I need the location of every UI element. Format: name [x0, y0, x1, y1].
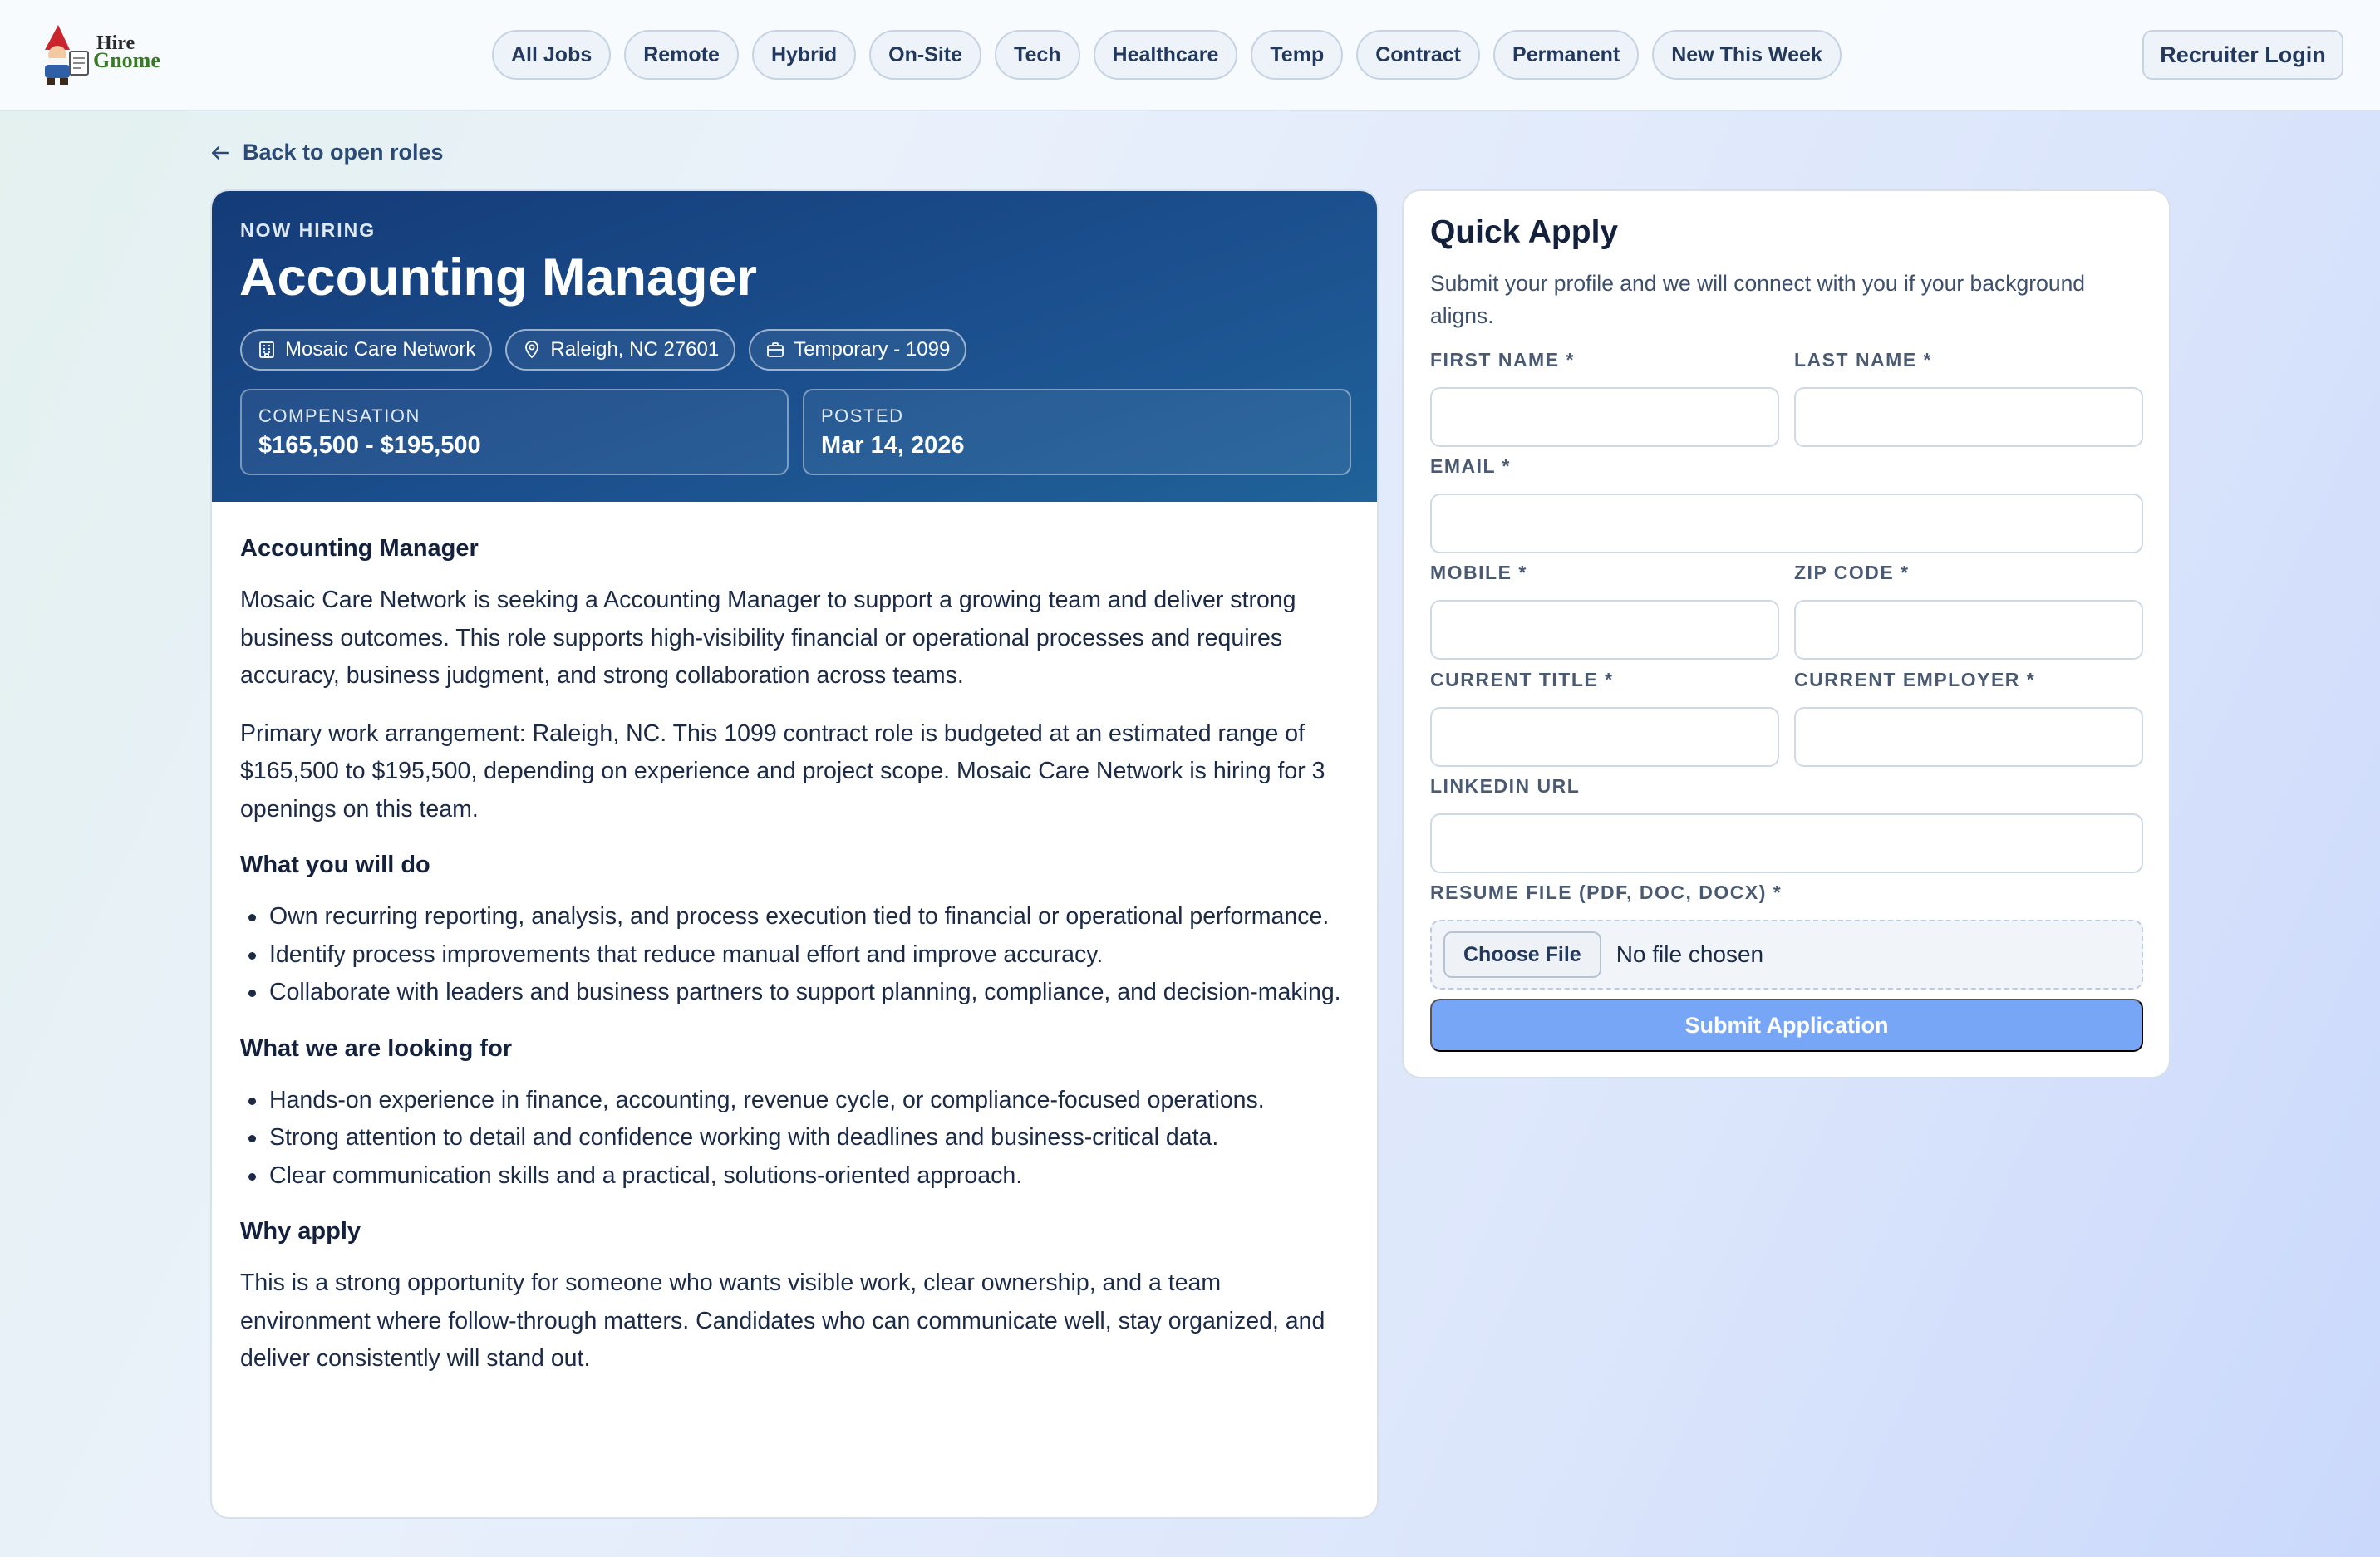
- now-hiring-eyebrow: NOW HIRING: [240, 219, 376, 241]
- current-title-label: CURRENT TITLE *: [1430, 669, 1614, 690]
- last-name-label: LAST NAME *: [1794, 349, 1932, 371]
- job-hero-banner: NOW HIRING Accounting Manager Mosaic Car…: [212, 191, 1377, 502]
- zip-code-input[interactable]: [1794, 600, 2143, 660]
- list-item: Clear communication skills and a practic…: [240, 1157, 1354, 1196]
- job-title: Accounting Manager: [239, 248, 758, 307]
- quick-apply-title: Quick Apply: [1430, 214, 1619, 250]
- linkedin-url-input[interactable]: [1430, 813, 2143, 873]
- current-title-field-group: CURRENT TITLE *: [1430, 669, 1779, 767]
- zip-code-field-group: ZIP CODE *: [1794, 562, 2143, 660]
- email-label: EMAIL *: [1430, 455, 1511, 477]
- list-item: Hands-on experience in finance, accounti…: [240, 1082, 1354, 1120]
- filter-contract[interactable]: Contract: [1356, 30, 1481, 80]
- briefcase-icon: [767, 342, 784, 357]
- resume-file-input[interactable]: Choose File No file chosen: [1430, 920, 2143, 990]
- map-pin-icon: [525, 341, 539, 359]
- list-item: Own recurring reporting, analysis, and p…: [240, 898, 1354, 936]
- why-apply-heading: Why apply: [240, 1218, 361, 1245]
- email-input[interactable]: [1430, 494, 2143, 553]
- submit-application-button[interactable]: Submit Application: [1430, 999, 2143, 1052]
- email-field-group: EMAIL *: [1430, 455, 2143, 553]
- company-chip: Mosaic Care Network: [240, 329, 493, 371]
- building-icon: [259, 341, 274, 358]
- back-to-open-roles-link[interactable]: Back to open roles: [209, 140, 444, 165]
- job-category-filters: All Jobs Remote Hybrid On-Site Tech Heal…: [492, 30, 1842, 80]
- choose-file-button[interactable]: Choose File: [1443, 931, 1601, 978]
- recruiter-login-button[interactable]: Recruiter Login: [2142, 30, 2343, 80]
- responsibilities-list: Own recurring reporting, analysis, and p…: [240, 898, 1354, 1012]
- job-meta-chips: Mosaic Care Network Raleigh, NC 27601 Te…: [240, 329, 967, 371]
- zip-code-label: ZIP CODE *: [1794, 562, 1910, 583]
- location-chip: Raleigh, NC 27601: [505, 329, 736, 371]
- filter-on-site[interactable]: On-Site: [869, 30, 982, 80]
- current-title-input[interactable]: [1430, 707, 1779, 767]
- resume-label: RESUME FILE (PDF, DOC, DOCX) *: [1430, 882, 1783, 903]
- responsibilities-heading: What you will do: [240, 852, 430, 878]
- current-employer-field-group: CURRENT EMPLOYER *: [1794, 669, 2143, 767]
- job-location: Raleigh, NC 27601: [550, 338, 720, 361]
- mobile-field-group: MOBILE *: [1430, 562, 1779, 660]
- file-status-text: No file chosen: [1615, 941, 1764, 967]
- first-name-input[interactable]: [1430, 387, 1779, 447]
- linkedin-label: LINKEDIN URL: [1430, 775, 1581, 797]
- filter-permanent[interactable]: Permanent: [1493, 30, 1640, 80]
- why-apply-text: This is a strong opportunity for someone…: [240, 1270, 1325, 1372]
- description-arrangement: Primary work arrangement: Raleigh, NC. T…: [240, 720, 1325, 823]
- employment-type: Temporary - 1099: [794, 338, 951, 361]
- list-item: Identify process improvements that reduc…: [240, 936, 1354, 975]
- current-employer-label: CURRENT EMPLOYER *: [1794, 669, 2036, 690]
- job-description: Accounting Manager Mosaic Care Network i…: [240, 532, 1354, 1398]
- quick-apply-form: Quick Apply Submit your profile and we w…: [1402, 189, 2171, 1078]
- list-item: Strong attention to detail and confidenc…: [240, 1119, 1354, 1157]
- top-navigation-bar: Hire Gnome All Jobs Remote Hybrid On-Sit…: [0, 0, 2380, 111]
- filter-all-jobs[interactable]: All Jobs: [492, 30, 612, 80]
- posted-label: POSTED: [821, 405, 904, 426]
- requirements-list: Hands-on experience in finance, accounti…: [240, 1082, 1354, 1196]
- job-details-card: NOW HIRING Accounting Manager Mosaic Car…: [210, 189, 1379, 1519]
- filter-new-this-week[interactable]: New This Week: [1652, 30, 1842, 80]
- resume-field-group: RESUME FILE (PDF, DOC, DOCX) * Choose Fi…: [1430, 882, 2143, 990]
- description-intro: Mosaic Care Network is seeking a Account…: [240, 587, 1296, 689]
- compensation-value: $165,500 - $195,500: [258, 432, 481, 459]
- logo-wordmark-bottom: Gnome: [93, 48, 160, 72]
- description-heading: Accounting Manager: [240, 535, 479, 562]
- filter-remote[interactable]: Remote: [624, 30, 739, 80]
- quick-apply-subtitle: Submit your profile and we will connect …: [1430, 271, 2086, 328]
- linkedin-field-group: LINKEDIN URL: [1430, 775, 2143, 873]
- filter-tech[interactable]: Tech: [995, 30, 1080, 80]
- filter-hybrid[interactable]: Hybrid: [751, 30, 857, 80]
- arrow-left-icon: [212, 145, 229, 160]
- requirements-heading: What we are looking for: [240, 1034, 513, 1062]
- posted-date-box: POSTED Mar 14, 2026: [803, 389, 1351, 475]
- posted-value: Mar 14, 2026: [821, 432, 965, 459]
- filter-temp[interactable]: Temp: [1251, 30, 1344, 80]
- compensation-box: COMPENSATION $165,500 - $195,500: [240, 389, 789, 475]
- current-employer-input[interactable]: [1794, 707, 2143, 767]
- last-name-field-group: LAST NAME *: [1794, 349, 2143, 447]
- employment-type-chip: Temporary - 1099: [749, 329, 967, 371]
- mobile-label: MOBILE *: [1430, 562, 1527, 583]
- company-name: Mosaic Care Network: [285, 338, 476, 361]
- list-item: Collaborate with leaders and business pa…: [240, 974, 1354, 1012]
- compensation-label: COMPENSATION: [258, 405, 420, 426]
- back-link-label: Back to open roles: [243, 140, 444, 165]
- first-name-label: FIRST NAME *: [1430, 349, 1575, 371]
- hire-gnome-logo[interactable]: Hire Gnome: [33, 22, 160, 86]
- last-name-input[interactable]: [1794, 387, 2143, 447]
- gnome-mascot-icon: [45, 25, 89, 85]
- filter-healthcare[interactable]: Healthcare: [1093, 30, 1238, 80]
- mobile-input[interactable]: [1430, 600, 1779, 660]
- first-name-field-group: FIRST NAME *: [1430, 349, 1779, 447]
